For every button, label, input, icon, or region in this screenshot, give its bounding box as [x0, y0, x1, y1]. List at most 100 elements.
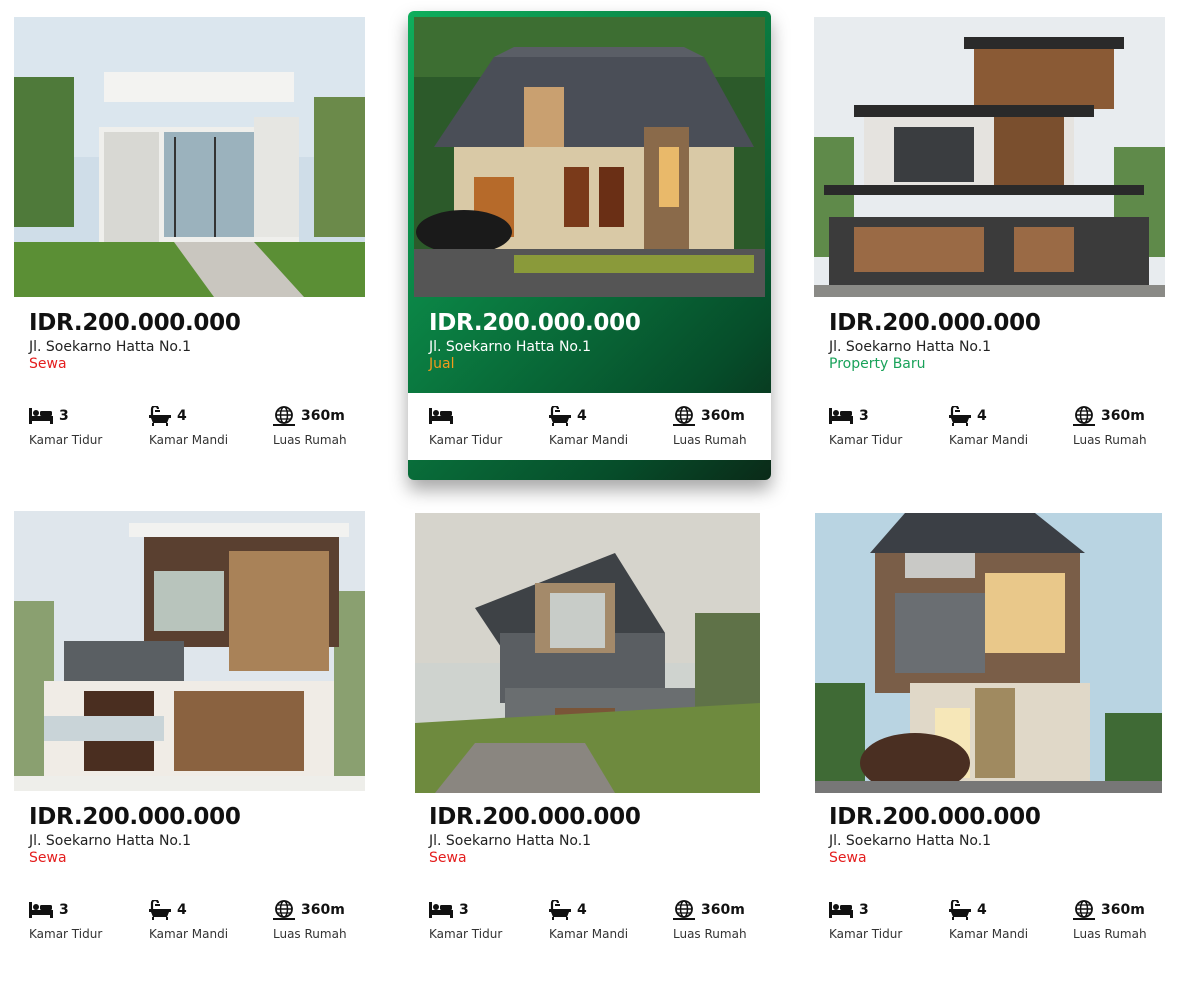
feature-bedrooms: 3 Kamar Tidur [829, 405, 902, 447]
property-address: Jl. Soekarno Hatta No.1 [429, 339, 592, 355]
feature-bathrooms: 4 Kamar Mandi [149, 899, 228, 941]
bedroom-count: 3 [859, 902, 869, 918]
bathroom-label: Kamar Mandi [149, 927, 229, 941]
property-photo[interactable] [414, 17, 765, 297]
bedroom-count: 3 [859, 408, 869, 424]
property-price: IDR.200.000.000 [429, 310, 641, 336]
property-photo[interactable] [14, 511, 365, 791]
feature-bedrooms: 3 Kamar Tidur [429, 899, 502, 941]
area-value: 360m [1101, 408, 1145, 424]
property-features: 3 Kamar Tidur 4 Kamar Mandi 360m Luas Ru… [29, 405, 369, 449]
property-price: IDR.200.000.000 [829, 804, 1041, 830]
area-label: Luas Rumah [273, 433, 347, 447]
area-label: Luas Rumah [1073, 433, 1147, 447]
listing-type-tag: Sewa [429, 850, 467, 866]
bathtub-icon [149, 406, 171, 426]
area-value: 360m [701, 902, 745, 918]
feature-bathrooms: 4 Kamar Mandi [949, 405, 1028, 447]
area-value: 360m [301, 408, 345, 424]
area-value: 360m [701, 408, 745, 424]
bed-icon [29, 408, 53, 424]
property-features: 3 Kamar Tidur 4 Kamar Mandi 360m Luas Ru… [29, 899, 369, 943]
feature-area: 360m Luas Rumah [673, 899, 747, 941]
bedroom-label: Kamar Tidur [29, 433, 103, 447]
bathroom-count: 4 [177, 408, 187, 424]
feature-bedrooms: 3 Kamar Tidur [829, 899, 902, 941]
property-photo[interactable] [814, 17, 1165, 297]
bathroom-label: Kamar Mandi [549, 927, 629, 941]
bedroom-count: 3 [59, 902, 69, 918]
globe-icon [673, 406, 695, 426]
bedroom-label: Kamar Tidur [429, 433, 503, 447]
bathroom-label: Kamar Mandi [949, 927, 1029, 941]
bathroom-count: 4 [177, 902, 187, 918]
bed-icon [29, 902, 53, 918]
listing-type-tag: Property Baru [829, 356, 926, 372]
globe-icon [273, 900, 295, 920]
feature-bedrooms: Kamar Tidur [429, 405, 502, 447]
bathroom-count: 4 [977, 408, 987, 424]
bathtub-icon [549, 900, 571, 920]
bedroom-label: Kamar Tidur [829, 433, 903, 447]
bedroom-label: Kamar Tidur [829, 927, 903, 941]
feature-area: 360m Luas Rumah [1073, 899, 1147, 941]
bed-icon [829, 902, 853, 918]
property-price: IDR.200.000.000 [829, 310, 1041, 336]
feature-bathrooms: 4 Kamar Mandi [149, 405, 228, 447]
bathroom-label: Kamar Mandi [549, 433, 629, 447]
bed-icon [429, 902, 453, 918]
bathtub-icon [949, 900, 971, 920]
property-features: 3 Kamar Tidur 4 Kamar Mandi 360m Luas Ru… [829, 405, 1169, 449]
feature-bedrooms: 3 Kamar Tidur [29, 405, 102, 447]
area-label: Luas Rumah [273, 927, 347, 941]
feature-bathrooms: 4 Kamar Mandi [949, 899, 1028, 941]
area-label: Luas Rumah [673, 927, 747, 941]
globe-icon [1073, 406, 1095, 426]
globe-icon [273, 406, 295, 426]
bathtub-icon [949, 406, 971, 426]
globe-icon [673, 900, 695, 920]
feature-bathrooms: 4 Kamar Mandi [549, 405, 628, 447]
feature-area: 360m Luas Rumah [673, 405, 747, 447]
feature-area: 360m Luas Rumah [1073, 405, 1147, 447]
bedroom-count: 3 [459, 902, 469, 918]
feature-area: 360m Luas Rumah [273, 899, 347, 941]
listing-type-tag: Sewa [829, 850, 867, 866]
feature-area: 360m Luas Rumah [273, 405, 347, 447]
bathroom-count: 4 [977, 902, 987, 918]
property-photo[interactable] [415, 513, 760, 793]
bathtub-icon [549, 406, 571, 426]
property-address: Jl. Soekarno Hatta No.1 [429, 833, 592, 849]
property-photo[interactable] [815, 513, 1162, 793]
feature-bedrooms: 3 Kamar Tidur [29, 899, 102, 941]
listing-type-tag: Sewa [29, 356, 67, 372]
property-address: Jl. Soekarno Hatta No.1 [829, 833, 992, 849]
bathroom-label: Kamar Mandi [949, 433, 1029, 447]
feature-bathrooms: 4 Kamar Mandi [549, 899, 628, 941]
bedroom-label: Kamar Tidur [429, 927, 503, 941]
property-features: 3 Kamar Tidur 4 Kamar Mandi 360m Luas Ru… [829, 899, 1169, 943]
listing-type-tag: Jual [429, 356, 455, 372]
property-features: 3 Kamar Tidur 4 Kamar Mandi 360m Luas Ru… [429, 899, 769, 943]
bathroom-count: 4 [577, 408, 587, 424]
property-photo[interactable] [14, 17, 365, 297]
property-address: Jl. Soekarno Hatta No.1 [829, 339, 992, 355]
area-label: Luas Rumah [1073, 927, 1147, 941]
globe-icon [1073, 900, 1095, 920]
area-value: 360m [301, 902, 345, 918]
bedroom-count: 3 [59, 408, 69, 424]
property-price: IDR.200.000.000 [429, 804, 641, 830]
listing-type-tag: Sewa [29, 850, 67, 866]
property-price: IDR.200.000.000 [29, 310, 241, 336]
area-label: Luas Rumah [673, 433, 747, 447]
property-address: Jl. Soekarno Hatta No.1 [29, 339, 192, 355]
property-features: Kamar Tidur 4 Kamar Mandi 360m Luas Ruma… [429, 405, 769, 449]
bathroom-label: Kamar Mandi [149, 433, 229, 447]
bedroom-label: Kamar Tidur [29, 927, 103, 941]
bathroom-count: 4 [577, 902, 587, 918]
area-value: 360m [1101, 902, 1145, 918]
property-price: IDR.200.000.000 [29, 804, 241, 830]
property-address: Jl. Soekarno Hatta No.1 [29, 833, 192, 849]
bathtub-icon [149, 900, 171, 920]
bed-icon [429, 408, 453, 424]
